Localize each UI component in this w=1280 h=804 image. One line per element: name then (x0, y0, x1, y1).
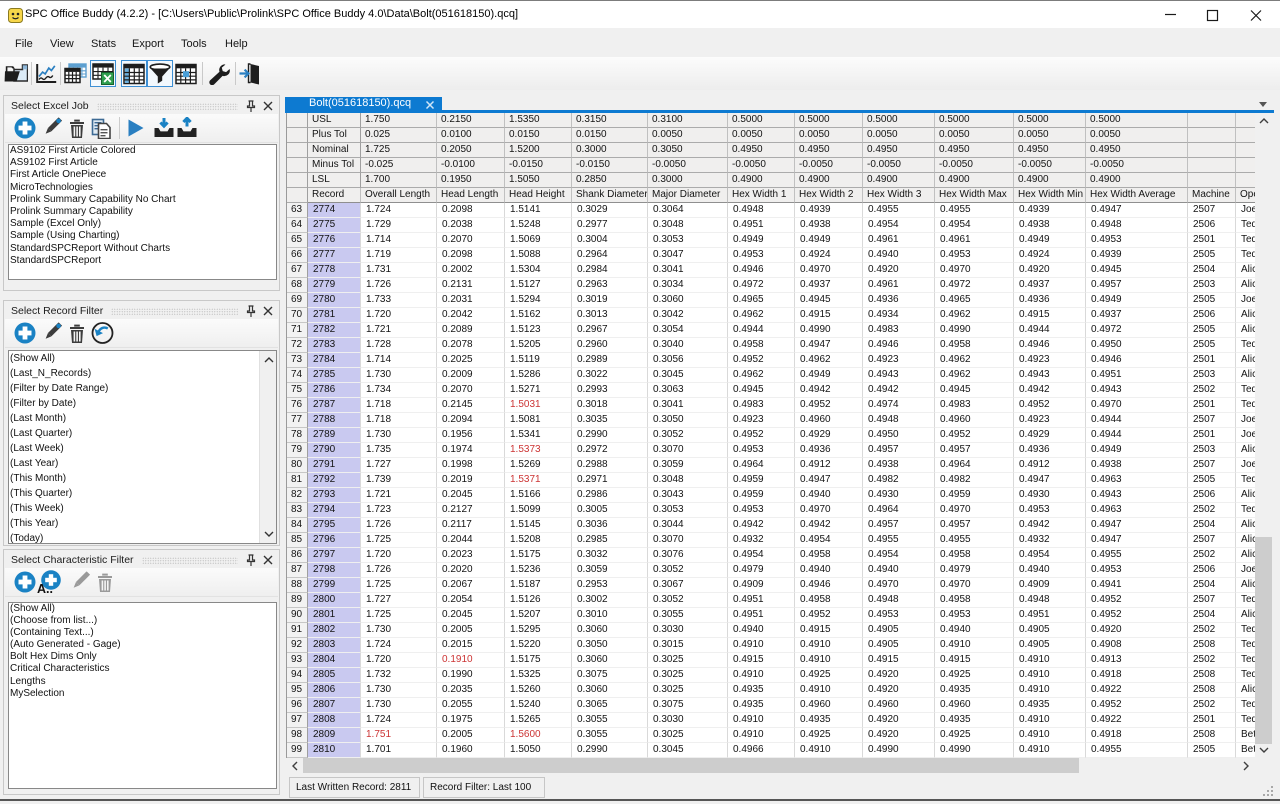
svg-text:A..: A.. (37, 582, 53, 594)
